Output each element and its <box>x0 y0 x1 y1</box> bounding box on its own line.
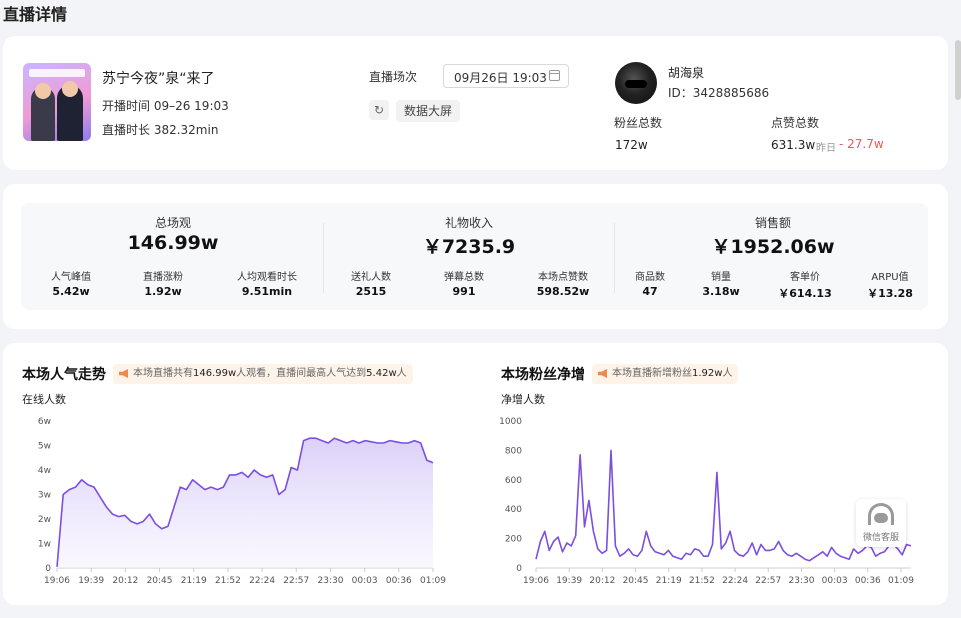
stats-divider <box>614 223 615 293</box>
gift-income-label: 礼物收入 <box>444 216 494 230</box>
sub-stat-label: 客单价 <box>790 272 820 283</box>
sub-stat-value: 1.92w <box>144 285 182 298</box>
likes-total-value: 631.3w <box>771 138 816 152</box>
x-tick-label: 19:06 <box>44 576 70 586</box>
x-tick-label: 01:09 <box>420 576 446 586</box>
y-tick-label: 0 <box>516 564 522 574</box>
fans-total-label: 粉丝总数 <box>614 116 663 130</box>
x-tick-label: 21:52 <box>215 576 241 586</box>
sub-stat-label: 人均观看时长 <box>237 272 297 283</box>
customer-service-label: 微信客服 <box>862 533 899 543</box>
fans-total-value: 172w <box>615 138 648 152</box>
yesterday-label: 昨日 <box>816 143 836 154</box>
sub-stat-value: 3.18w <box>702 285 740 298</box>
headset-icon <box>868 503 894 525</box>
x-tick-label: 20:12 <box>589 576 615 586</box>
live-title: 苏宁今夜”泉“来了 <box>102 71 215 87</box>
likes-delta: - 27.7w <box>839 137 884 151</box>
x-tick-label: 21:19 <box>181 576 207 586</box>
x-tick-label: 00:36 <box>855 576 881 586</box>
series-line <box>535 449 912 562</box>
fans-net-chart-svg: 0 200 400 600 800 1000 19:06 19:39 20:12 20:45 21:… <box>499 417 914 586</box>
x-tick-label: 00:03 <box>352 576 378 586</box>
sub-stat-label: 直播涨粉 <box>143 272 183 283</box>
stats-divider <box>323 223 324 293</box>
x-tick-label: 00:03 <box>822 576 848 586</box>
sales-label: 销售额 <box>754 216 792 230</box>
x-tick-label: 20:45 <box>147 576 173 586</box>
sub-stat-label: 人气峰值 <box>51 272 91 283</box>
sub-stat-value: 991 <box>452 285 476 298</box>
x-tick-label: 19:06 <box>523 576 549 586</box>
x-tick-label: 19:39 <box>78 576 104 586</box>
live-cover-image[interactable] <box>23 63 91 141</box>
x-tick-label: 23:30 <box>788 576 814 586</box>
session-label: 直播场次 <box>369 70 418 84</box>
session-date-value: 09月26日 19:03 <box>454 71 547 85</box>
sub-stat-label: 销量 <box>711 272 731 283</box>
y-tick-label: 400 <box>505 505 522 515</box>
sub-stat-value: 5.42w <box>52 285 90 298</box>
calendar-icon <box>549 70 560 81</box>
total-views-value: 146.99w <box>127 232 219 254</box>
x-tick-label: 21:52 <box>689 576 715 586</box>
x-tick-label: 00:36 <box>386 576 412 586</box>
y-tick-label: 600 <box>505 476 522 486</box>
y-tick-label: 1000 <box>499 417 522 427</box>
scrollbar[interactable] <box>955 40 961 100</box>
sub-stat-value: 9.51min <box>241 285 293 298</box>
x-tick-label: 22:24 <box>249 576 275 586</box>
y-tick-label: 1w <box>38 540 51 550</box>
x-tick-label: 20:45 <box>623 576 649 586</box>
data-bigscreen-button[interactable]: 数据大屏 <box>396 100 461 122</box>
series-area <box>57 438 433 568</box>
x-tick-label: 22:57 <box>755 576 781 586</box>
stats-card: 总场观 146.99w 人气峰值 5.42w 直播涨粉 1.92w 人均观看时长… <box>3 184 948 329</box>
host-avatar[interactable] <box>615 62 657 104</box>
x-tick-label: 23:30 <box>317 576 343 586</box>
refresh-icon: ↻ <box>373 103 385 117</box>
gift-income-value: ￥7235.9 <box>422 236 516 258</box>
live-info-card: 苏宁今夜”泉“来了 开播时间 09–26 19:03 直播时长 382.32mi… <box>3 36 948 170</box>
y-tick-label: 3w <box>38 491 51 501</box>
x-tick-label: 20:12 <box>112 576 138 586</box>
x-tick-label: 21:19 <box>656 576 682 586</box>
y-tick-label: 200 <box>505 535 522 545</box>
y-tick-label: 4w <box>38 466 51 476</box>
y-tick-label: 0 <box>45 564 51 574</box>
sub-stat-label: 本场点赞数 <box>538 272 588 283</box>
x-tick-label: 01:09 <box>888 576 914 586</box>
session-date-picker[interactable]: 09月26日 19:03 <box>443 64 569 88</box>
refresh-button[interactable]: ↻ <box>369 100 389 120</box>
x-tick-label: 22:57 <box>283 576 309 586</box>
page-title: 直播详情 <box>3 5 68 24</box>
sub-stat-label: 送礼人数 <box>351 272 391 283</box>
y-tick-label: 6w <box>38 417 51 427</box>
stats-panel: 总场观 146.99w 人气峰值 5.42w 直播涨粉 1.92w 人均观看时长… <box>21 203 928 310</box>
sub-stat-value: 598.52w <box>536 285 590 298</box>
y-tick-label: 800 <box>505 446 522 456</box>
popularity-chart-svg: 0 1w 2w 3w 4w 5w 6w 19:06 19:39 20:12 20:45 21:19 21… <box>38 417 446 586</box>
sub-stat-value: ￥614.13 <box>778 287 832 300</box>
charts-card: 本场人气走势 本场直播共有146.99w人观看，直播间最高人气达到5.42w人 … <box>3 343 948 605</box>
likes-total-label: 点赞总数 <box>771 116 820 130</box>
host-name: 胡海泉 <box>668 66 705 80</box>
sub-stat-label: ARPU值 <box>871 272 909 283</box>
host-id: ID：3428885686 <box>668 86 770 100</box>
wechat-customer-service[interactable]: 微信客服 <box>856 499 906 547</box>
sub-stat-value: 47 <box>642 285 658 298</box>
sales-value: ￥1952.06w <box>711 236 835 258</box>
y-tick-label: 2w <box>38 515 51 525</box>
live-duration: 直播时长 382.32min <box>102 123 219 137</box>
y-tick-label: 5w <box>38 442 51 452</box>
live-start-time: 开播时间 09–26 19:03 <box>102 99 229 113</box>
sub-stat-value: ￥13.28 <box>867 287 913 300</box>
sub-stat-value: 2515 <box>355 285 387 298</box>
sub-stat-label: 商品数 <box>635 272 665 283</box>
x-tick-label: 22:24 <box>722 576 748 586</box>
x-tick-label: 19:39 <box>556 576 582 586</box>
total-views-label: 总场观 <box>154 216 192 230</box>
sub-stat-label: 弹幕总数 <box>444 272 484 283</box>
